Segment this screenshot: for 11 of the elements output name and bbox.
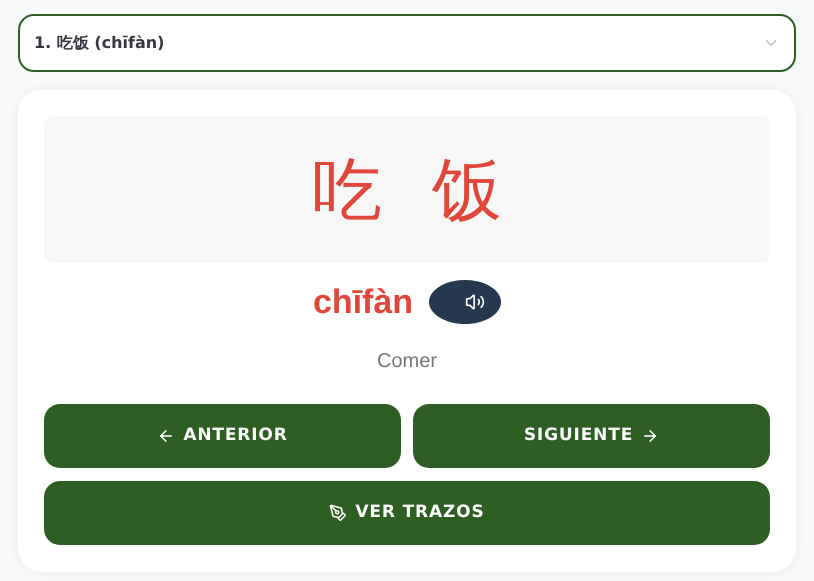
pen-icon bbox=[329, 504, 348, 522]
select-value: 1. 吃饭 (chīfàn) bbox=[34, 32, 164, 54]
speaker-icon bbox=[465, 292, 486, 312]
next-button[interactable]: SIGUIENTE bbox=[413, 404, 770, 468]
strokes-button[interactable]: VER TRAZOS bbox=[44, 481, 770, 545]
chinese-character: 吃 bbox=[312, 154, 382, 224]
word-select[interactable]: 1. 吃饭 (chīfàn) bbox=[18, 14, 796, 72]
meaning: Comer bbox=[376, 349, 437, 374]
pinyin: chīfàn bbox=[312, 285, 414, 319]
chinese-character: 饭 bbox=[432, 154, 502, 224]
previous-button[interactable]: ANTERIOR bbox=[44, 404, 401, 468]
